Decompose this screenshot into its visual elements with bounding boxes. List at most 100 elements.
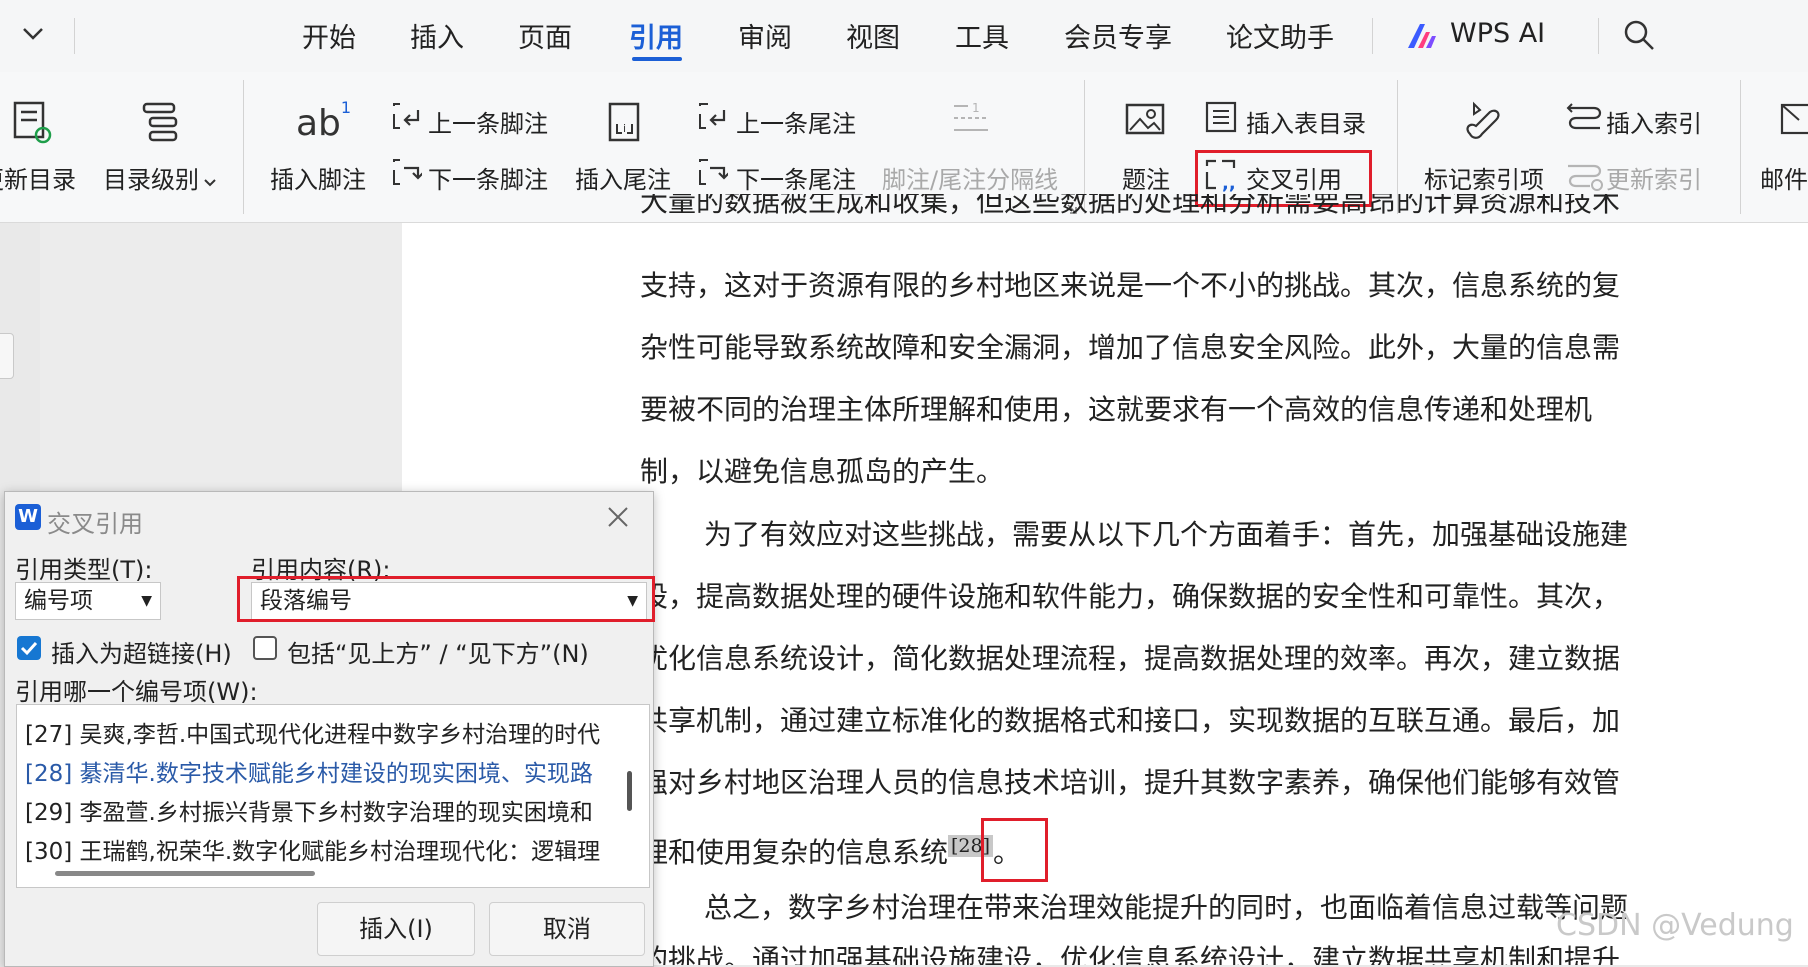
reference-type-value: 编号项 bbox=[24, 588, 93, 614]
prev-footnote-label: 上一条脚注 bbox=[428, 110, 548, 138]
svg-text:i: i bbox=[623, 122, 626, 135]
dropdown-arrow-icon: ▼ bbox=[627, 593, 638, 609]
divider bbox=[74, 18, 75, 54]
close-icon[interactable] bbox=[607, 506, 629, 532]
doc-line: 优化信息系统设计，简化数据处理流程，提高数据处理的效率。再次，建立数据 bbox=[640, 642, 1621, 675]
search-icon[interactable] bbox=[1622, 18, 1656, 56]
chevron-down-icon bbox=[204, 172, 216, 191]
mail-label: 邮件 bbox=[1760, 166, 1808, 194]
doc-text: 。 bbox=[993, 836, 1022, 869]
doc-line: 为了有效应对这些挑战，需要从以下几个方面着手：首先，加强基础设施建 bbox=[704, 518, 1629, 551]
insert-table-of-figures-label: 插入表目录 bbox=[1246, 110, 1366, 138]
next-endnote-label: 下一条尾注 bbox=[736, 166, 856, 194]
prev-footnote-icon bbox=[390, 102, 422, 132]
wps-ai-logo-icon bbox=[1406, 22, 1440, 54]
table-of-figures-icon bbox=[1204, 100, 1238, 134]
caption-label: 题注 bbox=[1122, 166, 1170, 194]
which-item-label: 引用哪一个编号项(W): bbox=[15, 678, 258, 706]
list-item[interactable]: [30] 王瑞鹤,祝荣华.数字化赋能乡村治理现代化：逻辑理 bbox=[25, 832, 600, 866]
doc-line: 强对乡村地区治理人员的信息技术培训，提升其数字素养，确保他们能够有效管 bbox=[640, 766, 1621, 799]
cross-reference-icon: ,, bbox=[1204, 158, 1240, 192]
mail-icon bbox=[1780, 102, 1808, 136]
next-footnote-icon bbox=[390, 158, 422, 188]
update-toc-label: 更新目录 bbox=[0, 166, 76, 194]
watermark: CSDN @Vedung bbox=[1556, 908, 1794, 943]
tab-view[interactable]: 视图 bbox=[846, 16, 900, 55]
divider bbox=[1372, 18, 1373, 54]
insert-button[interactable]: 插入(I) bbox=[317, 902, 475, 956]
divider bbox=[243, 80, 244, 214]
note-separator-label: 脚注/尾注分隔线 bbox=[882, 166, 1059, 194]
insert-endnote-label: 插入尾注 bbox=[575, 166, 671, 194]
list-item[interactable]: [29] 李盈萱.乡村振兴背景下乡村数字治理的现实困境和 bbox=[25, 793, 593, 827]
tab-thesis-assistant[interactable]: 论文助手 bbox=[1226, 16, 1334, 55]
checkmark-icon bbox=[20, 641, 38, 656]
tab-member[interactable]: 会员专享 bbox=[1064, 16, 1172, 55]
next-footnote-label: 下一条脚注 bbox=[428, 166, 548, 194]
app-badge-text: W bbox=[18, 506, 38, 527]
tab-review[interactable]: 审阅 bbox=[738, 16, 792, 55]
list-item-selected[interactable]: [28] 綦清华.数字技术赋能乡村建设的现实困境、实现路 bbox=[25, 754, 593, 788]
update-toc-icon bbox=[12, 100, 52, 144]
numbered-items-list[interactable]: [27] 吴爽,李哲.中国式现代化进程中数字乡村治理的时代 [28] 綦清华.数… bbox=[16, 704, 650, 888]
doc-line: 的挑战。通过加强基础设施建设，优化信息系统设计，建立数据共享机制和提升 bbox=[640, 945, 1621, 965]
reference-type-label: 引用类型(T): bbox=[15, 556, 153, 584]
reference-type-select[interactable]: 编号项 ▼ bbox=[15, 582, 161, 620]
list-item[interactable]: [27] 吴爽,李哲.中国式现代化进程中数字乡村治理的时代 bbox=[25, 715, 600, 749]
insert-index-label: 插入索引 bbox=[1606, 110, 1702, 138]
tab-page[interactable]: 页面 bbox=[518, 16, 572, 55]
endnote-icon: i bbox=[604, 100, 644, 144]
toc-level-icon bbox=[140, 100, 182, 144]
prev-endnote-icon bbox=[696, 102, 728, 132]
doc-line-with-citation: 理和使用复杂的信息系统 [28]。 bbox=[640, 815, 1750, 884]
doc-line: 设，提高数据处理的硬件设施和软件能力，确保数据的安全性和可靠性。其次， bbox=[640, 580, 1621, 613]
reference-content-value: 段落编号 bbox=[260, 588, 352, 614]
wps-ai-label: WPS AI bbox=[1450, 18, 1546, 49]
update-index-icon bbox=[1566, 158, 1604, 192]
cancel-button[interactable]: 取消 bbox=[489, 902, 645, 956]
hyperlink-label: 插入为超链接(H) bbox=[51, 640, 232, 668]
svg-text:1: 1 bbox=[972, 101, 980, 115]
tab-tools[interactable]: 工具 bbox=[955, 16, 1009, 55]
tab-insert[interactable]: 插入 bbox=[410, 16, 464, 55]
doc-line: 要被不同的治理主体所理解和使用，这就要求有一个高效的信息传递和处理机 bbox=[640, 393, 1593, 426]
doc-text: 理和使用复杂的信息系统 bbox=[640, 836, 949, 869]
wps-writer-icon: W bbox=[15, 504, 41, 530]
vertical-scrollbar-thumb[interactable] bbox=[627, 771, 632, 811]
prev-endnote-label: 上一条尾注 bbox=[736, 110, 856, 138]
dropdown-arrow-icon: ▼ bbox=[141, 593, 152, 609]
cross-reference-dialog: W 交叉引用 引用类型(T): 编号项 ▼ 引用内容(R): 段落编号 ▼ 插入… bbox=[4, 491, 655, 967]
checkbox-unchecked bbox=[253, 636, 277, 660]
doc-line: 共享机制，通过建立标准化的数据格式和接口，实现数据的互联互通。最后，加 bbox=[640, 704, 1621, 737]
dialog-title: 交叉引用 bbox=[47, 510, 143, 538]
checkbox-checked bbox=[17, 636, 41, 660]
footnote-icon: ab1 bbox=[296, 98, 352, 144]
doc-line: 支持，这对于资源有限的乡村地区来说是一个不小的挑战。其次，信息系统的复 bbox=[640, 269, 1621, 302]
horizontal-scrollbar-thumb[interactable] bbox=[55, 871, 315, 876]
image-caption-icon bbox=[1124, 102, 1166, 142]
mark-index-icon bbox=[1460, 100, 1504, 144]
update-index-label: 更新索引 bbox=[1606, 166, 1702, 194]
divider bbox=[1598, 18, 1599, 54]
above-below-label: 包括“见上方” / “见下方”(N) bbox=[287, 640, 589, 668]
reference-content-select[interactable]: 段落编号 ▼ bbox=[251, 582, 647, 620]
tab-home[interactable]: 开始 bbox=[302, 16, 356, 55]
insert-index-icon bbox=[1566, 100, 1604, 134]
svg-text:,,: ,, bbox=[1222, 173, 1236, 192]
insert-footnote-label: 插入脚注 bbox=[270, 166, 366, 194]
doc-line: 杂性可能导致系统故障和安全漏洞，增加了信息安全风险。此外，大量的信息需 bbox=[640, 331, 1621, 364]
nav-tab-handle[interactable] bbox=[0, 333, 14, 379]
chevron-down-icon[interactable] bbox=[22, 26, 44, 45]
cross-reference-label: 交叉引用 bbox=[1246, 166, 1342, 194]
doc-line: 大量的数据被生成和收集，但这些数据的处理和分析需要高昂的计算资源和技术 bbox=[640, 194, 1621, 218]
footnote-superscript: 1 bbox=[340, 98, 352, 117]
toc-level-label: 目录级别 bbox=[103, 166, 199, 194]
top-menu-bar: 开始 插入 页面 引用 审阅 视图 工具 会员专享 论文助手 WPS AI bbox=[0, 0, 1808, 72]
doc-line: 制，以避免信息孤岛的产生。 bbox=[640, 455, 1005, 488]
reference-content-label: 引用内容(R): bbox=[251, 556, 391, 584]
cross-reference-field[interactable]: [28] bbox=[948, 835, 994, 857]
note-separator-icon: 1 bbox=[950, 100, 992, 140]
tab-references[interactable]: 引用 bbox=[629, 16, 683, 55]
mark-index-entry-label: 标记索引项 bbox=[1424, 166, 1544, 194]
next-endnote-icon bbox=[696, 158, 728, 188]
